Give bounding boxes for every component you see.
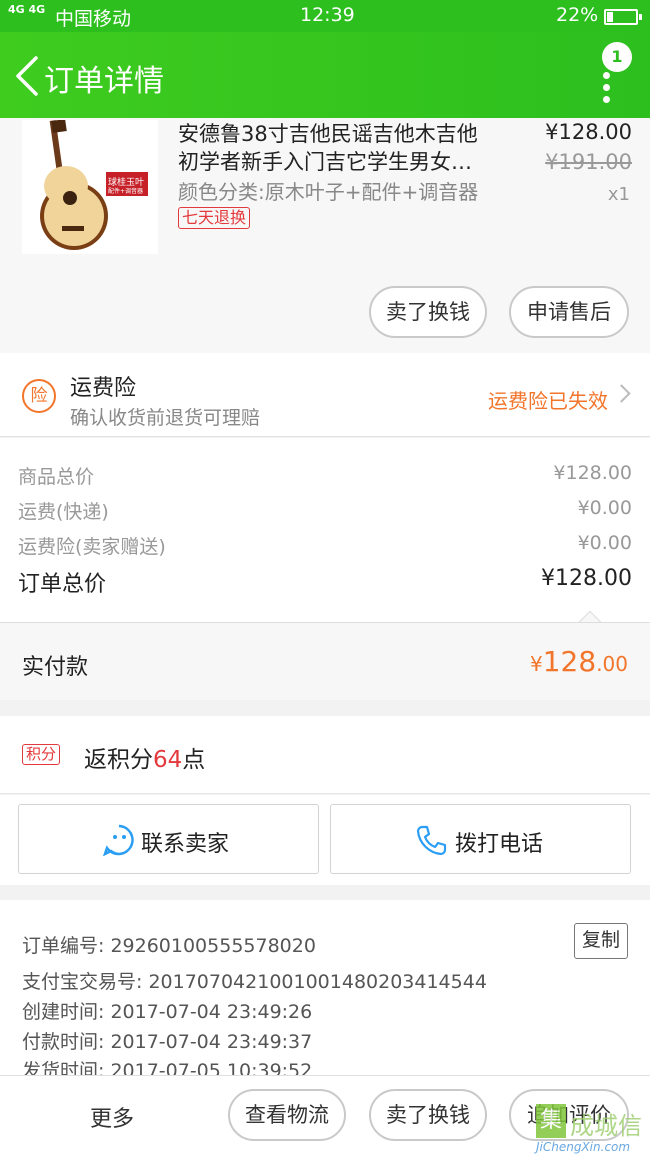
insurance-subtitle: 确认收货前退货可理赔 [70,407,261,429]
chevron-left-icon [16,56,38,96]
clock: 12:39 [300,4,355,26]
product-name[interactable]: 安德鲁38寸吉他民谣吉他木吉他初学者新手入门吉它学生男女… [178,120,498,176]
more-button[interactable]: 更多 [90,1101,134,1133]
summary-label: 运费险(卖家赠送) [18,536,166,558]
summary-value: ¥0.00 [577,497,632,519]
resell-button[interactable]: 卖了换钱 [369,286,487,338]
amount-integer: 128 [542,645,597,678]
dot-icon [603,72,610,79]
shipping-insurance-row[interactable]: 险 运费险 确认收货前退货可理赔 运费险已失效 [0,353,650,437]
product-card[interactable]: 球桂玉叶 配件+调音器 安德鲁38寸吉他民谣吉他木吉他初学者新手入门吉它学生男女… [0,118,650,353]
price-summary: 商品总价 ¥128.00 运费(快递) ¥0.00 运费险(卖家赠送) ¥0.0… [0,438,650,634]
summary-label: 商品总价 [18,466,95,488]
points-prefix: 返积分 [84,747,153,773]
watermark-logo: 集 成城信 JiChengXin.com [532,1104,650,1155]
view-logistics-button[interactable]: 查看物流 [228,1089,346,1141]
points-badge: 积分 [22,744,61,765]
phone-icon [416,825,447,856]
nav-bar: 订单详情 1 [0,32,650,118]
amount-paid-label: 实付款 [22,655,89,680]
call-phone-button[interactable]: 拨打电话 [330,804,631,874]
chevron-right-icon [612,384,631,403]
original-price: ¥191.00 [545,150,632,174]
paid-time: 付款时间: 2017-07-04 23:49:37 [22,1031,313,1053]
points-number: 64 [153,747,183,773]
more-menu-button[interactable] [592,70,622,110]
notification-badge: 1 [602,42,632,72]
dot-icon [603,96,610,103]
product-price: ¥128.00 [545,120,632,144]
summary-label: 运费(快递) [18,501,109,523]
summary-value: ¥128.00 [553,462,632,484]
battery-percent: 22% [556,4,599,26]
page-title: 订单详情 [44,64,164,99]
battery-icon [604,9,642,25]
order-number: 订单编号: 2926010055557802​0 [22,935,316,957]
shipped-time: 发货时间: 2017-07-05 10:39:52 [22,1060,313,1075]
points-suffix: 点 [182,747,206,773]
order-info: 订单编号: 2926010055557802​0 复制 支付宝交易号: 2017… [0,900,650,1075]
summary-value: ¥0.00 [577,532,632,554]
currency-symbol: ¥ [530,652,543,676]
product-quantity: x1 [607,184,630,205]
order-total-label: 订单总价 [18,572,107,597]
return-policy-tag: 七天退换 [178,207,251,229]
dot-icon [603,84,610,91]
signal-indicator: 4G 4G [8,3,46,16]
watermark-cn: 成城信 [570,1112,642,1140]
points-row: 积分 返积分64点 [0,716,650,794]
watermark-en: JiChengXin.com [536,1140,631,1154]
points-text: 返积分64点 [84,740,205,774]
resell-button-bottom[interactable]: 卖了换钱 [369,1089,487,1141]
contact-seller-label: 联系卖家 [141,832,230,857]
watermark-box: 集 [536,1104,566,1138]
contact-section: 联系卖家 拨打电话 [0,795,650,885]
order-total-value: ¥128.00 [541,566,632,591]
alipay-trade-number: 支付宝交易号: 2017070421001001480203414544 [22,971,487,993]
insurance-title: 运费险 [70,376,137,401]
call-phone-label: 拨打电话 [455,832,544,857]
amount-paid-row: 实付款 ¥128.00 [0,622,650,700]
insurance-status: 运费险已失效 [488,389,608,413]
contact-seller-button[interactable]: 联系卖家 [18,804,319,874]
thumb-label-2: 配件+调音器 [108,188,144,195]
carrier-name: 中国移动 [55,8,132,30]
status-bar: 4G 4G 中国移动 12:39 22% [0,0,650,32]
product-sku: 颜色分类:原木叶子+配件+调音器 [178,180,479,204]
created-time: 创建时间: 2017-07-04 23:49:26 [22,1001,313,1023]
chat-face-icon [103,824,134,856]
copy-button[interactable]: 复制 [574,923,628,959]
after-sales-button[interactable]: 申请售后 [509,286,629,338]
amount-decimal: .00 [596,652,628,676]
product-thumbnail[interactable]: 球桂玉叶 配件+调音器 [22,119,158,254]
back-button[interactable] [10,54,46,98]
amount-paid-value: ¥128.00 [530,645,628,678]
insurance-icon: 险 [22,379,56,413]
